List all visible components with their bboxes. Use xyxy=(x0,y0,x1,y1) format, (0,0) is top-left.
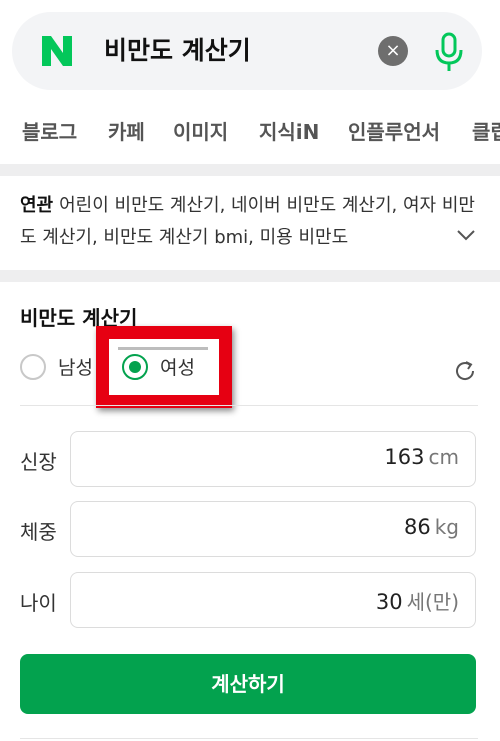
search-input[interactable]: 비만도 계산기 xyxy=(104,34,251,68)
tab-cafe[interactable]: 카페 xyxy=(108,116,145,145)
age-label: 나이 xyxy=(20,591,57,615)
search-tabs: 블로그 카페 이미지 지식iN 인플루언서 클립 xyxy=(0,100,500,162)
radio-male-label[interactable]: 남성 xyxy=(58,353,93,380)
weight-unit: kg xyxy=(434,515,459,539)
highlight-annotation xyxy=(96,326,232,408)
weight-label: 체중 xyxy=(20,520,57,544)
tab-image[interactable]: 이미지 xyxy=(173,116,228,145)
refresh-icon[interactable] xyxy=(452,358,478,384)
divider xyxy=(20,405,478,406)
clear-search-button[interactable]: × xyxy=(378,36,408,66)
calculate-button[interactable]: 계산하기 xyxy=(20,654,476,714)
chevron-down-icon[interactable] xyxy=(455,224,477,246)
age-value[interactable]: 30 xyxy=(376,590,403,614)
tab-blog[interactable]: 블로그 xyxy=(22,116,77,145)
height-value[interactable]: 163 xyxy=(384,445,424,469)
height-label: 신장 xyxy=(20,450,57,474)
age-field[interactable]: 30 세(만) xyxy=(70,572,476,628)
related-label: 연관 xyxy=(20,195,54,216)
tab-influencer[interactable]: 인플루언서 xyxy=(348,116,440,145)
radio-male[interactable] xyxy=(20,354,46,380)
related-searches[interactable]: 연관 어린이 비만도 계산기, 네이버 비만도 계산기, 여자 비만도 계산기, … xyxy=(20,190,480,254)
weight-value[interactable]: 86 xyxy=(404,515,431,539)
microphone-icon[interactable] xyxy=(432,30,466,74)
naver-logo-icon[interactable] xyxy=(40,34,74,68)
height-field[interactable]: 163 cm xyxy=(70,431,476,487)
section-separator xyxy=(0,270,500,282)
search-bar[interactable]: 비만도 계산기 × xyxy=(12,12,482,90)
age-unit: 세(만) xyxy=(406,590,459,614)
section-separator xyxy=(0,164,500,176)
gender-selector: 남성 여성 xyxy=(20,350,480,386)
tab-kin[interactable]: 지식iN xyxy=(259,116,319,145)
tab-clip[interactable]: 클립 xyxy=(472,116,500,145)
divider xyxy=(20,738,478,739)
related-text[interactable]: 어린이 비만도 계산기, 네이버 비만도 계산기, 여자 비만도 계산기, 비만… xyxy=(20,195,475,248)
weight-field[interactable]: 86 kg xyxy=(70,501,476,557)
height-unit: cm xyxy=(428,445,459,469)
